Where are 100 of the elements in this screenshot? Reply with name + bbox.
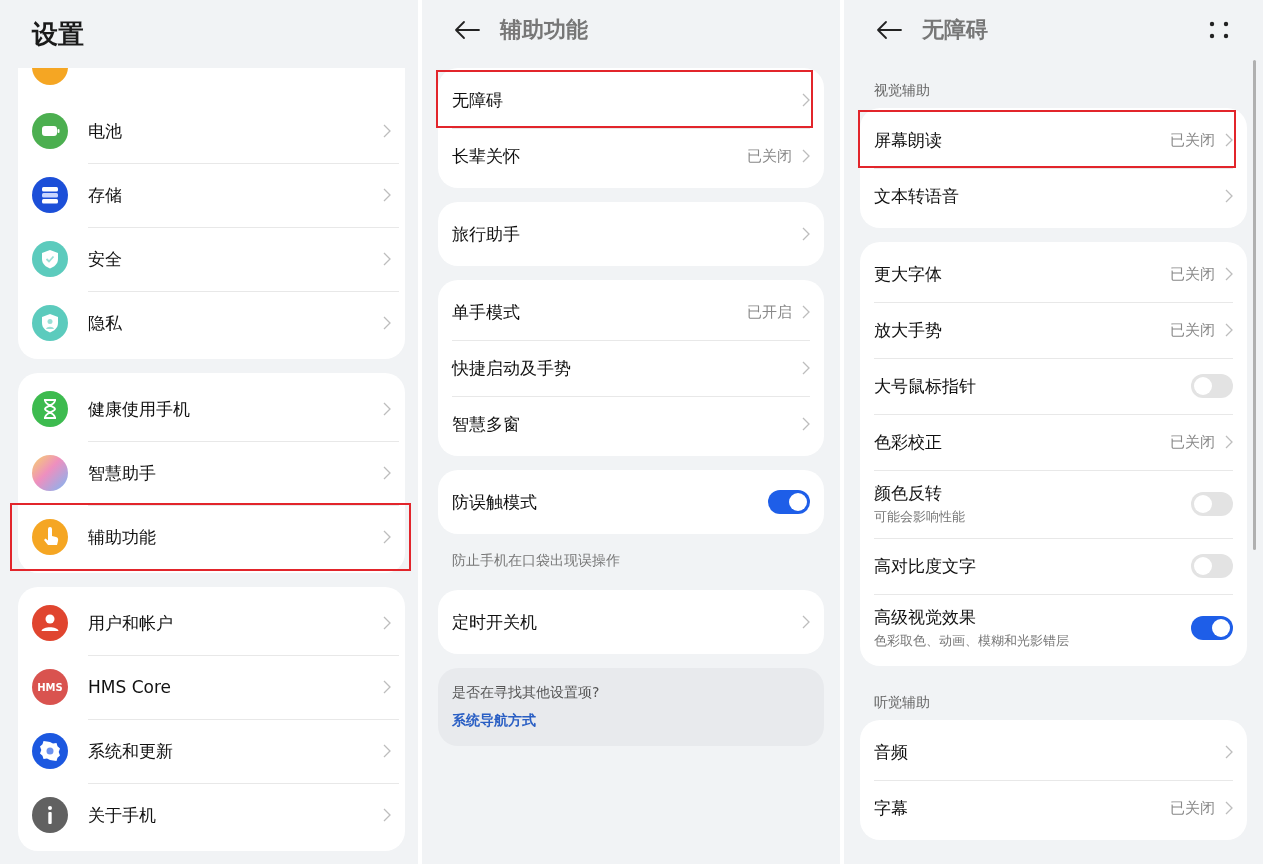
- item-label: 智慧助手: [88, 461, 157, 485]
- settings-item[interactable]: 健康使用手机: [32, 377, 391, 441]
- settings-item[interactable]: 快捷启动及手势: [452, 340, 810, 396]
- item-value: 已开启: [747, 302, 792, 322]
- chevron-icon: [383, 402, 391, 416]
- settings-item[interactable]: HMS HMS Core: [32, 655, 391, 719]
- item-label: 颜色反转: [874, 482, 943, 505]
- settings-item[interactable]: 隐私: [32, 291, 391, 355]
- storage-icon: [32, 177, 68, 213]
- settings-item[interactable]: 字幕 已关闭: [874, 780, 1233, 836]
- chevron-icon: [383, 316, 391, 330]
- chevron-icon: [802, 361, 810, 375]
- item-label: 屏幕朗读: [874, 128, 943, 152]
- settings-item[interactable]: 文本转语音: [874, 168, 1233, 224]
- item-label: 大号鼠标指针: [874, 374, 977, 398]
- chevron-icon: [802, 227, 810, 241]
- chevron-icon: [802, 305, 810, 319]
- info-icon: [32, 797, 68, 833]
- hand-icon: [32, 519, 68, 555]
- hourglass-icon: [32, 391, 68, 427]
- settings-item[interactable]: 智慧多窗: [452, 396, 810, 452]
- item-label: 旅行助手: [452, 222, 521, 246]
- item-value: 已关闭: [1170, 798, 1215, 818]
- chevron-icon: [1225, 323, 1233, 337]
- page-title: 无障碍: [922, 16, 989, 44]
- item-value: 已关闭: [1170, 320, 1215, 340]
- battery-icon: [32, 113, 68, 149]
- more-icon[interactable]: [1209, 20, 1229, 40]
- item-label: 更大字体: [874, 262, 943, 286]
- item-label: 放大手势: [874, 318, 943, 342]
- item-label: 定时开关机: [452, 610, 538, 634]
- settings-item[interactable]: 更大字体 已关闭: [874, 246, 1233, 302]
- item-label: 智慧多窗: [452, 412, 521, 436]
- chevron-icon: [802, 149, 810, 163]
- page-title: 设置: [32, 17, 85, 51]
- settings-item[interactable]: 屏幕朗读 已关闭: [874, 112, 1233, 168]
- item-label: 高对比度文字: [874, 554, 977, 578]
- item-label: 健康使用手机: [88, 397, 191, 421]
- link[interactable]: 系统导航方式: [452, 712, 536, 730]
- back-icon[interactable]: [876, 20, 902, 40]
- settings-item[interactable]: 放大手势 已关闭: [874, 302, 1233, 358]
- chevron-icon: [383, 808, 391, 822]
- chevron-icon: [383, 530, 391, 544]
- settings-item[interactable]: 用户和帐户: [32, 591, 391, 655]
- chevron-icon: [383, 616, 391, 630]
- page-title: 辅助功能: [500, 16, 589, 44]
- item-label: HMS Core: [88, 677, 172, 697]
- privacy-icon: [32, 305, 68, 341]
- item-description: 色彩取色、动画、模糊和光影错层: [874, 632, 1070, 650]
- item-label: 安全: [88, 247, 123, 271]
- section-label: 听觉辅助: [873, 693, 931, 712]
- settings-item[interactable]: 定时开关机: [452, 594, 810, 650]
- settings-item[interactable]: 关于手机: [32, 783, 391, 847]
- settings-item[interactable]: 辅助功能: [32, 505, 391, 569]
- toggle-switch[interactable]: [1191, 616, 1233, 640]
- item-label: 文本转语音: [874, 184, 960, 208]
- chevron-icon: [383, 124, 391, 138]
- chevron-icon: [802, 615, 810, 629]
- item-label: 字幕: [874, 796, 909, 820]
- chevron-icon: [383, 680, 391, 694]
- note-text: 防止手机在口袋出现误操作: [451, 551, 621, 570]
- toggle-switch[interactable]: [1191, 374, 1233, 398]
- settings-item[interactable]: 单手模式 已开启: [452, 284, 810, 340]
- item-label: 快捷启动及手势: [452, 356, 572, 380]
- item-label: 色彩校正: [874, 430, 943, 454]
- shield-icon: [32, 241, 68, 277]
- item-description: 可能会影响性能: [874, 508, 966, 526]
- toggle-switch[interactable]: [768, 490, 810, 514]
- settings-item[interactable]: 色彩校正 已关闭: [874, 414, 1233, 470]
- item-label: 无障碍: [452, 88, 504, 112]
- item-label: 单手模式: [452, 300, 521, 324]
- settings-item[interactable]: 智慧助手: [32, 441, 391, 505]
- item-label: 辅助功能: [88, 525, 157, 549]
- item-value: 已关闭: [747, 146, 792, 166]
- item-label: 隐私: [88, 311, 123, 335]
- scrollbar[interactable]: [1253, 60, 1256, 550]
- item-value: 已关闭: [1170, 130, 1215, 150]
- chevron-icon: [383, 188, 391, 202]
- settings-item[interactable]: 电池: [32, 99, 391, 163]
- settings-item[interactable]: 音频: [874, 724, 1233, 780]
- toggle-switch[interactable]: [1191, 554, 1233, 578]
- item-label: 系统和更新: [88, 739, 174, 763]
- section-label: 视觉辅助: [873, 81, 931, 100]
- item-label: 用户和帐户: [88, 611, 174, 635]
- settings-item[interactable]: 存储: [32, 163, 391, 227]
- settings-item[interactable]: 旅行助手: [452, 206, 810, 262]
- back-icon[interactable]: [454, 20, 480, 40]
- settings-item[interactable]: 安全: [32, 227, 391, 291]
- settings-item[interactable]: 长辈关怀 已关闭: [452, 128, 810, 184]
- user-icon: [32, 605, 68, 641]
- settings-item[interactable]: 无障碍: [452, 72, 810, 128]
- toggle-switch[interactable]: [1191, 492, 1233, 516]
- item-label: 电池: [88, 119, 123, 143]
- settings-icon: [32, 733, 68, 769]
- settings-item[interactable]: 系统和更新: [32, 719, 391, 783]
- hms-logo: HMS: [32, 669, 68, 705]
- chevron-icon: [1225, 133, 1233, 147]
- chevron-icon: [1225, 189, 1233, 203]
- hint-text: 是否在寻找其他设置项?: [452, 684, 601, 702]
- chevron-icon: [802, 417, 810, 431]
